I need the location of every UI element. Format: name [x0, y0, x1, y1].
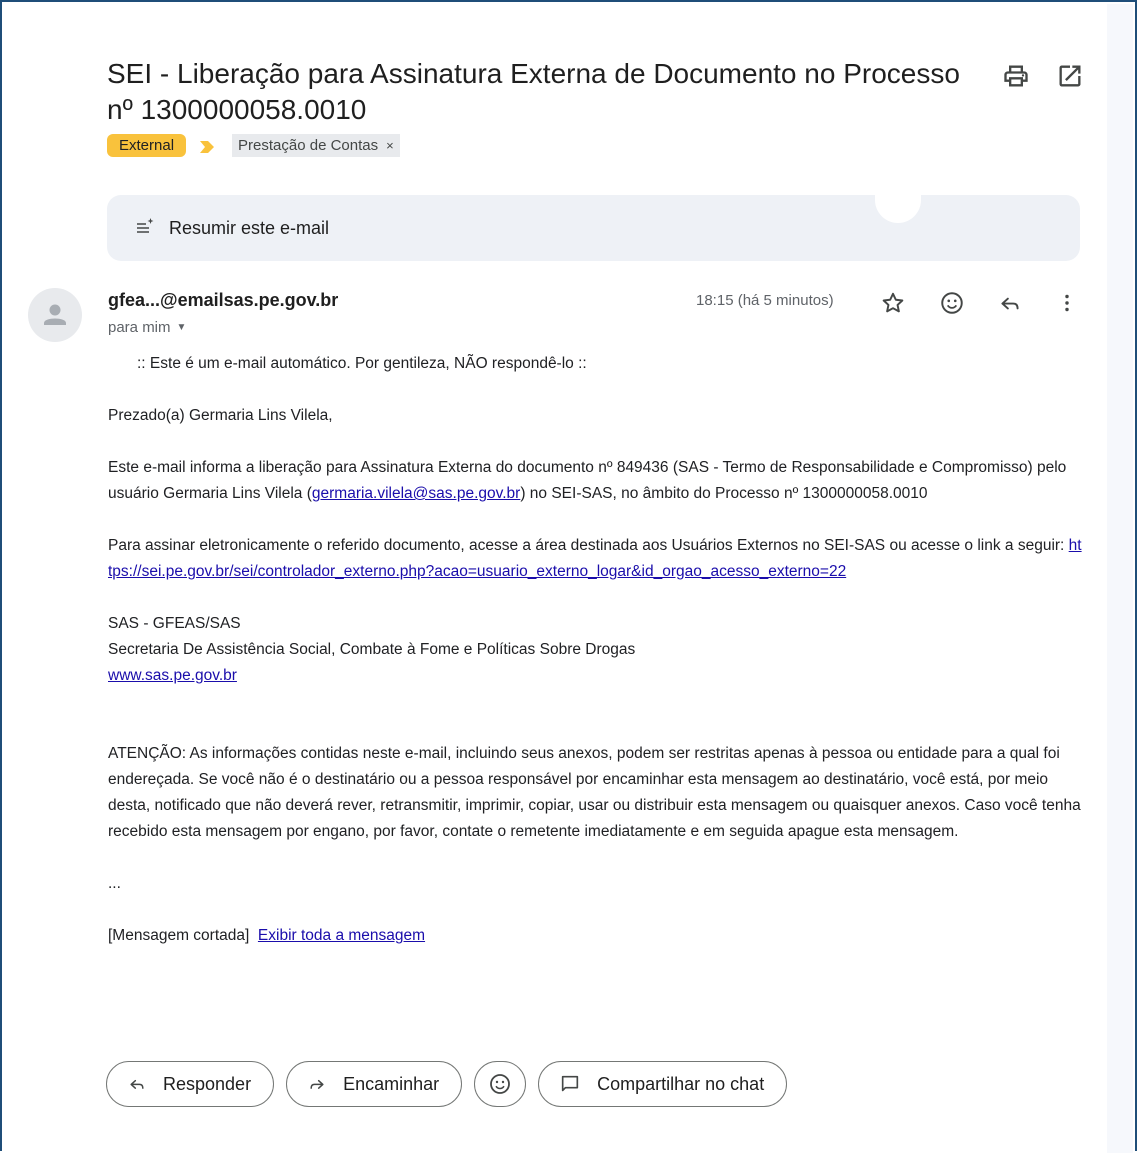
remove-label-button[interactable]: ×	[386, 136, 394, 155]
forward-button[interactable]: Encaminhar	[286, 1061, 463, 1107]
chevron-down-icon: ▼	[176, 322, 187, 333]
email-timestamp: 18:15 (há 5 minutos)	[696, 292, 834, 309]
email-subject: SEI - Liberação para Assinatura Externa …	[107, 58, 960, 125]
reply-icon	[130, 1079, 144, 1089]
side-panel-strip	[1107, 4, 1133, 1153]
open-in-new-window-icon[interactable]	[1056, 62, 1084, 90]
more-vert-icon[interactable]	[1054, 290, 1080, 316]
print-icon[interactable]	[1002, 62, 1030, 90]
external-label: External	[107, 134, 187, 157]
automatic-email-note: :: Este é um e-mail automático. Por gent…	[137, 355, 587, 372]
sign-instructions-paragraph: Para assinar eletronicamente o referido …	[108, 533, 1083, 585]
signature-unit: SAS - GFEAS/SAS	[108, 615, 241, 632]
label-row: External Prestação de Contas ×	[107, 134, 400, 157]
clipped-message-line: [Mensagem cortada] Exibir toda a mensage…	[108, 923, 1083, 949]
chat-icon	[561, 1075, 579, 1092]
emoji-icon[interactable]	[939, 290, 965, 316]
user-label-text: Prestação de Contas	[238, 137, 379, 154]
emoji-reaction-button[interactable]	[474, 1061, 527, 1107]
share-in-chat-button[interactable]: Compartilhar no chat	[538, 1061, 788, 1107]
forward-button-label: Encaminhar	[343, 1073, 440, 1094]
confidentiality-notice: ATENÇÃO: As informações contidas neste e…	[108, 745, 1081, 840]
signature-website-line: www.sas.pe.gov.br	[108, 663, 1083, 689]
signature-secretariat: Secretaria De Assistência Social, Combat…	[108, 641, 636, 658]
release-paragraph: Este e-mail informa a liberação para Ass…	[108, 455, 1083, 507]
recipient-label: para mim	[108, 319, 171, 336]
trimmed-ellipsis[interactable]: ...	[108, 871, 1083, 897]
avatar-person-icon	[44, 304, 66, 325]
summarize-icon	[135, 216, 155, 241]
user-email-link[interactable]: germaria.vilela@sas.pe.gov.br	[312, 485, 520, 502]
summarize-label: Resumir este e-mail	[169, 217, 330, 238]
clipped-message-label: [Mensagem cortada]	[108, 927, 250, 944]
label-arrow-icon	[200, 140, 215, 153]
view-full-message-link[interactable]: Exibir toda a mensagem	[258, 927, 425, 944]
release-text-after: ) no SEI-SAS, no âmbito do Processo nº 1…	[520, 485, 928, 502]
star-icon[interactable]	[880, 290, 906, 316]
reply-icon[interactable]	[997, 290, 1023, 316]
greeting: Prezado(a) Germaria Lins Vilela,	[108, 407, 333, 424]
avatar[interactable]	[28, 288, 82, 342]
email-body: :: Este é um e-mail automático. Por gent…	[108, 351, 1083, 949]
share-in-chat-label: Compartilhar no chat	[597, 1073, 765, 1094]
summarize-email-button[interactable]: Resumir este e-mail	[107, 195, 1080, 261]
recipient-dropdown[interactable]: para mim ▼	[108, 319, 186, 336]
forward-icon	[310, 1079, 324, 1089]
emoji-icon	[490, 1074, 511, 1094]
sender-address[interactable]: gfea...@emailsas.pe.gov.br	[108, 290, 338, 311]
user-label-chip[interactable]: Prestação de Contas ×	[232, 134, 400, 157]
reply-button[interactable]: Responder	[106, 1061, 275, 1107]
email-actions: Responder Encaminhar Compartilhar no cha…	[106, 1061, 799, 1107]
email-view: SEI - Liberação para Assinatura Externa …	[0, 0, 1137, 1153]
website-link[interactable]: www.sas.pe.gov.br	[108, 667, 237, 684]
reply-button-label: Responder	[163, 1073, 252, 1094]
sign-instructions-text: Para assinar eletronicamente o referido …	[108, 537, 1069, 554]
